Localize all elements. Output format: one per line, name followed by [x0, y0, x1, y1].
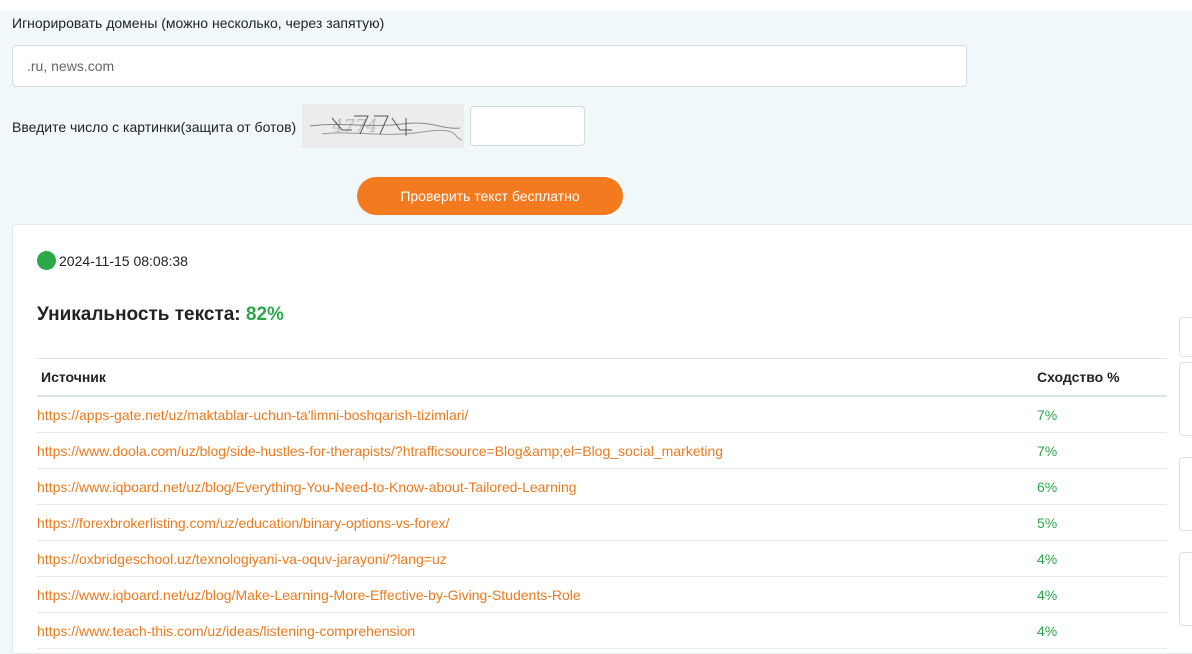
source-link[interactable]: https://oxbridgeschool.uz/texnologiyani-… — [37, 551, 447, 567]
similarity-value: 5% — [1037, 504, 1167, 541]
similarity-value: 7% — [1037, 432, 1167, 469]
side-widget[interactable] — [1179, 552, 1192, 626]
captcha-input[interactable] — [470, 106, 586, 146]
captcha-text: 4774 — [331, 116, 378, 137]
source-link[interactable]: https://www.iqboard.net/uz/blog/Make-Lea… — [37, 587, 581, 603]
table-row: https://oxbridgeschool.uz/texnologiyani-… — [37, 540, 1167, 577]
source-link[interactable]: https://www.iqboard.net/uz/blog/Everythi… — [37, 479, 577, 495]
table-row: https://www.doola.com/uz/blog/side-hustl… — [37, 432, 1167, 469]
column-header-similarity: Сходство % — [1037, 358, 1167, 397]
side-widget[interactable] — [1179, 317, 1192, 357]
column-header-source: Источник — [37, 358, 1037, 397]
source-link[interactable]: https://www.teach-this.com/uz/ideas/list… — [37, 623, 415, 639]
uniqueness-label: Уникальность текста: — [37, 304, 241, 325]
result-timestamp: 2024-11-15 08:08:38 — [59, 252, 188, 269]
check-text-button[interactable]: Проверить текст бесплатно — [357, 177, 623, 215]
side-widget[interactable] — [1179, 457, 1192, 531]
table-row: https://forexbrokerlisting.com/uz/educat… — [37, 504, 1167, 541]
similarity-value: 7% — [1037, 396, 1167, 433]
status-dot-icon — [37, 251, 56, 270]
similarity-value: 6% — [1037, 468, 1167, 505]
captcha-label: Введите число с картинки(защита от ботов… — [12, 119, 297, 135]
source-link[interactable]: https://forexbrokerlisting.com/uz/educat… — [37, 515, 449, 531]
table-header-row: Источник Сходство % — [37, 358, 1167, 397]
result-status: 2024-11-15 08:08:38 — [37, 251, 188, 270]
ignore-domains-label: Игнорировать домены (можно несколько, че… — [12, 15, 385, 31]
sources-table: Источник Сходство % https://apps-gate.ne… — [37, 358, 1167, 649]
captcha-image: 4774 — [302, 104, 465, 148]
clipped-page-heading — [0, 0, 1192, 10]
table-row: https://apps-gate.net/uz/maktablar-uchun… — [37, 396, 1167, 433]
uniqueness-value: 82% — [245, 304, 284, 325]
source-link[interactable]: https://apps-gate.net/uz/maktablar-uchun… — [37, 407, 468, 423]
side-widget[interactable] — [1179, 362, 1192, 436]
similarity-value: 4% — [1037, 540, 1167, 577]
ignore-domains-input[interactable] — [12, 45, 967, 87]
table-row: https://www.iqboard.net/uz/blog/Everythi… — [37, 468, 1167, 505]
similarity-value: 4% — [1037, 576, 1167, 613]
similarity-value: 4% — [1037, 612, 1167, 649]
captcha-row: Введите число с картинки(защита от ботов… — [12, 104, 586, 148]
table-row: https://www.teach-this.com/uz/ideas/list… — [37, 612, 1167, 649]
result-card: 2024-11-15 08:08:38 Уникальность текста:… — [12, 224, 1192, 654]
table-row: https://www.iqboard.net/uz/blog/Make-Lea… — [37, 576, 1167, 613]
uniqueness-heading: Уникальность текста: 82% — [37, 304, 284, 326]
source-link[interactable]: https://www.doola.com/uz/blog/side-hustl… — [37, 443, 723, 459]
